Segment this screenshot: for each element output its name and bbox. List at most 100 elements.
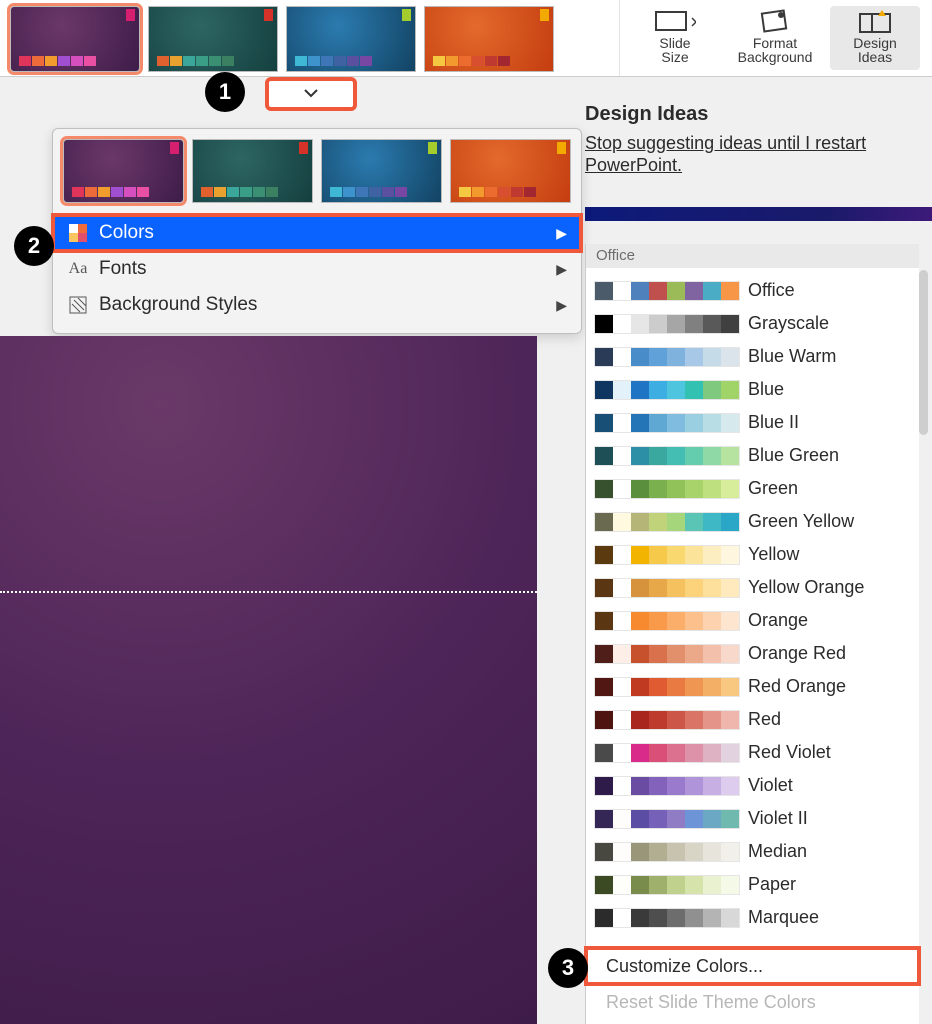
popup-variant-3[interactable]: [321, 139, 442, 203]
menu-label: Reset Slide Theme Colors: [606, 992, 816, 1013]
scheme-name: Red: [748, 709, 781, 730]
scheme-swatches: [594, 314, 740, 334]
scheme-list: Office Grayscale Blue Warm Blue Blue II Blue …: [586, 268, 919, 948]
accent-swatch: [126, 9, 135, 21]
theme-variant-2[interactable]: [148, 6, 278, 72]
customize-colors[interactable]: Customize Colors...: [586, 948, 919, 984]
scrollbar[interactable]: [919, 270, 928, 435]
scheme-green[interactable]: Green: [586, 472, 919, 505]
annotation-3: 3: [548, 948, 588, 988]
scheme-grayscale[interactable]: Grayscale: [586, 307, 919, 340]
menu-fonts[interactable]: Aa Fonts ▶: [53, 251, 581, 287]
popup-variant-1[interactable]: [63, 139, 184, 203]
scheme-violet-ii[interactable]: Violet II: [586, 802, 919, 835]
scheme-swatches: [594, 578, 740, 598]
scheme-swatches: [594, 380, 740, 400]
menu-background-styles[interactable]: Background Styles ▶: [53, 287, 581, 323]
accent-swatch: [264, 9, 273, 21]
scheme-name: Red Violet: [748, 742, 831, 763]
scheme-blue[interactable]: Blue: [586, 373, 919, 406]
colors-icon: [67, 222, 89, 244]
theme-menu: Colors ▶ Aa Fonts ▶ Background Styles ▶: [53, 211, 581, 333]
slide-preview-band: [585, 207, 932, 221]
scheme-office[interactable]: Office: [586, 274, 919, 307]
scheme-swatches: [594, 908, 740, 928]
theme-variant-4[interactable]: [424, 6, 554, 72]
scheme-orange[interactable]: Orange: [586, 604, 919, 637]
stop-suggesting-link[interactable]: Stop suggesting ideas until I restart Po…: [585, 132, 920, 176]
scheme-section-header: Office: [586, 244, 919, 268]
scheme-red-violet[interactable]: Red Violet: [586, 736, 919, 769]
scheme-name: Violet: [748, 775, 793, 796]
slide-canvas[interactable]: [0, 336, 537, 1024]
scheme-name: Paper: [748, 874, 796, 895]
submenu-arrow-icon: ▶: [556, 225, 567, 242]
scheme-swatches: [594, 776, 740, 796]
scheme-name: Green Yellow: [748, 511, 854, 532]
theme-variant-gallery: [0, 0, 620, 76]
ribbon: Slide Size Format Background Design Idea…: [0, 0, 932, 77]
submenu-arrow-icon: ▶: [556, 261, 567, 278]
scheme-blue-warm[interactable]: Blue Warm: [586, 340, 919, 373]
scheme-red[interactable]: Red: [586, 703, 919, 736]
scheme-name: Median: [748, 841, 807, 862]
theme-variant-1[interactable]: [10, 6, 140, 72]
slide-size-icon: [654, 8, 696, 34]
scheme-yellow-orange[interactable]: Yellow Orange: [586, 571, 919, 604]
scheme-swatches: [594, 743, 740, 763]
menu-colors[interactable]: Colors ▶: [53, 215, 581, 251]
slide-size-button[interactable]: Slide Size: [630, 6, 720, 70]
theme-variant-3[interactable]: [286, 6, 416, 72]
scheme-name: Orange Red: [748, 643, 846, 664]
scheme-swatches: [594, 677, 740, 697]
scheme-blue-green[interactable]: Blue Green: [586, 439, 919, 472]
scheme-name: Green: [748, 478, 798, 499]
chevron-down-icon: [304, 89, 318, 99]
menu-label: Customize Colors...: [606, 956, 763, 977]
scheme-swatches: [594, 710, 740, 730]
accent-swatch: [402, 9, 411, 21]
scheme-name: Office: [748, 280, 795, 301]
theme-gallery-expand[interactable]: [265, 77, 357, 111]
scheme-swatches: [594, 842, 740, 862]
scheme-swatches: [594, 875, 740, 895]
bg-styles-icon: [67, 294, 89, 316]
scheme-green-yellow[interactable]: Green Yellow: [586, 505, 919, 538]
scheme-name: Yellow Orange: [748, 577, 864, 598]
popup-variant-2[interactable]: [192, 139, 313, 203]
scheme-swatches: [594, 512, 740, 532]
format-background-button[interactable]: Format Background: [730, 6, 820, 70]
scheme-swatches: [594, 413, 740, 433]
design-ideas-button[interactable]: Design Ideas: [830, 6, 920, 70]
ribbon-buttons: Slide Size Format Background Design Idea…: [620, 0, 930, 76]
scheme-name: Marquee: [748, 907, 819, 928]
scheme-red-orange[interactable]: Red Orange: [586, 670, 919, 703]
scheme-swatches: [594, 446, 740, 466]
scheme-violet[interactable]: Violet: [586, 769, 919, 802]
scheme-swatches: [594, 809, 740, 829]
popup-variant-4[interactable]: [450, 139, 571, 203]
menu-label: Background Styles: [99, 294, 257, 316]
scheme-name: Grayscale: [748, 313, 829, 334]
scheme-marquee[interactable]: Marquee: [586, 901, 919, 934]
scheme-name: Blue II: [748, 412, 799, 433]
scheme-name: Yellow: [748, 544, 799, 565]
scheme-name: Blue Warm: [748, 346, 836, 367]
annotation-2: 2: [14, 226, 54, 266]
scheme-swatches: [594, 644, 740, 664]
scheme-name: Violet II: [748, 808, 808, 829]
scheme-name: Orange: [748, 610, 808, 631]
scheme-yellow[interactable]: Yellow: [586, 538, 919, 571]
scheme-swatches: [594, 611, 740, 631]
submenu-arrow-icon: ▶: [556, 297, 567, 314]
scheme-median[interactable]: Median: [586, 835, 919, 868]
scheme-name: Red Orange: [748, 676, 846, 697]
scheme-orange-red[interactable]: Orange Red: [586, 637, 919, 670]
scheme-swatches: [594, 281, 740, 301]
format-bg-icon: [760, 8, 790, 34]
design-ideas-icon: [858, 8, 892, 34]
scheme-blue-ii[interactable]: Blue II: [586, 406, 919, 439]
design-ideas-pane: Design Ideas Stop suggesting ideas until…: [585, 103, 920, 176]
scheme-paper[interactable]: Paper: [586, 868, 919, 901]
scheme-swatches: [594, 347, 740, 367]
